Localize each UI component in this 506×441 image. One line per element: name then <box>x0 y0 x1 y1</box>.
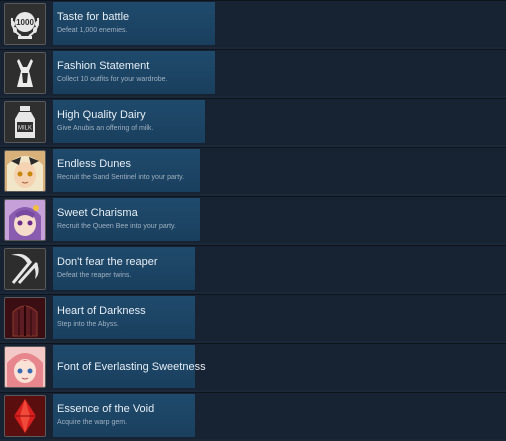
achievement-row: Heart of Darkness Step into the Abyss. <box>0 294 506 341</box>
warp-gem-icon <box>4 395 46 437</box>
achievement-row: Essence of the Void Acquire the warp gem. <box>0 392 506 439</box>
svg-text:1000: 1000 <box>16 18 34 27</box>
achievement-title: Font of Everlasting Sweetness <box>57 361 206 373</box>
achievement-title: Sweet Charisma <box>57 207 138 219</box>
achievement-progress-bar <box>53 51 215 94</box>
achievement-description: Give Anubis an offering of milk. <box>57 125 154 132</box>
scythes-icon <box>4 248 46 290</box>
achievement-progress-bar <box>53 394 195 437</box>
achievement-title: Endless Dunes <box>57 158 131 170</box>
achievement-row: Font of Everlasting Sweetness <box>0 343 506 390</box>
achievement-title: Essence of the Void <box>57 403 155 415</box>
achievement-description: Step into the Abyss. <box>57 321 119 328</box>
achievement-description: Defeat the reaper twins. <box>57 272 132 279</box>
achievement-row: Sweet Charisma Recruit the Queen Bee into… <box>0 196 506 243</box>
achievement-progress-bar <box>53 2 215 45</box>
achievement-title: Fashion Statement <box>57 60 150 72</box>
achievement-title: Heart of Darkness <box>57 305 146 317</box>
achievement-row: Endless Dunes Recruit the Sand Sentinel i… <box>0 147 506 194</box>
svg-text:MILK: MILK <box>18 126 32 132</box>
pink-hair-portrait-icon <box>4 346 46 388</box>
milk-bottle-icon: MILK <box>4 101 46 143</box>
achievement-progress-bar <box>53 100 205 143</box>
achievement-progress-bar <box>53 296 195 339</box>
achievement-row: Fashion Statement Collect 10 outfits for … <box>0 49 506 96</box>
achievement-row: Don't fear the reaper Defeat the reaper t… <box>0 245 506 292</box>
queen-bee-portrait-icon <box>4 199 46 241</box>
achievement-progress-bar <box>53 247 195 290</box>
achievement-row: MILK High Quality Dairy Give Anubis an off… <box>0 98 506 145</box>
achievement-description: Collect 10 outfits for your wardrobe. <box>57 76 168 83</box>
sand-sentinel-portrait-icon <box>4 150 46 192</box>
achievement-list: 1000 Taste for battle Defeat 1,000 enemie… <box>0 0 506 441</box>
laurel-1000-icon: 1000 <box>4 3 46 45</box>
outfit-icon <box>4 52 46 94</box>
achievement-title: High Quality Dairy <box>57 109 146 121</box>
achievement-row: 1000 Taste for battle Defeat 1,000 enemie… <box>0 0 506 47</box>
achievement-progress-bar <box>53 198 200 241</box>
abyss-door-icon <box>4 297 46 339</box>
achievement-description: Defeat 1,000 enemies. <box>57 27 128 34</box>
achievement-description: Recruit the Queen Bee into your party. <box>57 223 176 230</box>
achievement-description: Recruit the Sand Sentinel into your part… <box>57 174 185 181</box>
achievement-title: Don't fear the reaper <box>57 256 158 268</box>
achievement-description: Acquire the warp gem. <box>57 419 128 426</box>
achievement-progress-bar <box>53 149 200 192</box>
achievement-title: Taste for battle <box>57 11 130 23</box>
